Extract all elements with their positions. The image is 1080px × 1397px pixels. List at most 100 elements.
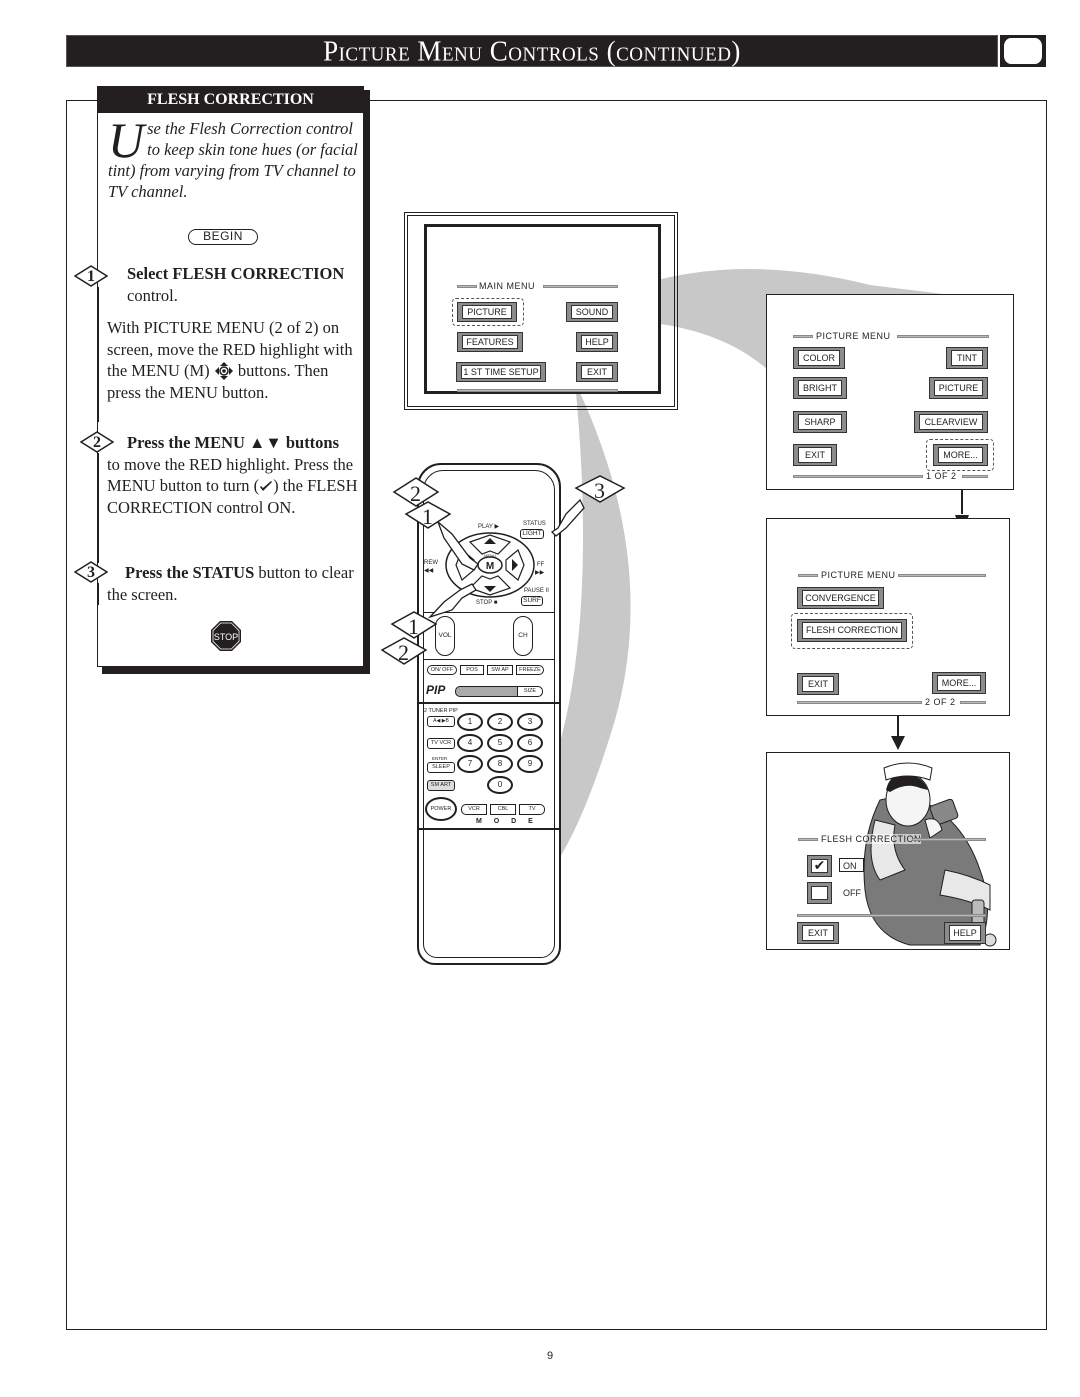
menu-button-sound[interactable]: SOUND <box>566 302 618 322</box>
flow-arrow-line <box>961 490 963 514</box>
main-menu-title: MAIN MENU <box>479 281 535 291</box>
tv-vcr-button[interactable]: TV VCR <box>427 738 455 749</box>
pointing-hand-icon <box>437 521 479 571</box>
step-3-heading: Press the STATUS <box>125 563 255 582</box>
stop-sign-icon: STOP <box>211 621 241 651</box>
pm2-bottom-rule-right <box>960 701 986 704</box>
picture-menu-2-title: PICTURE MENU <box>821 570 896 580</box>
pm1-button-tint[interactable]: TINT <box>946 347 988 369</box>
power-button[interactable]: POWER <box>425 797 457 821</box>
pip-size-button[interactable]: SIZE <box>517 687 542 696</box>
menu-button-picture[interactable]: PICTURE <box>457 302 517 322</box>
menu-button-exit[interactable]: EXIT <box>576 362 618 382</box>
key-2[interactable]: 2 <box>487 713 513 731</box>
callout-3: 3 <box>574 475 626 503</box>
step-3-diamond: 3 <box>74 561 108 583</box>
mode-label: M O D E <box>476 818 538 825</box>
key-0[interactable]: 0 <box>487 776 513 794</box>
panel-title: FLESH CORRECTION <box>97 86 364 113</box>
svg-text:1: 1 <box>422 504 433 529</box>
flesh-correction-off-checkbox[interactable] <box>807 882 832 904</box>
pointing-hand-icon <box>550 498 585 537</box>
menu-bottom-rule <box>457 389 618 392</box>
step-1-text: Select FLESH CORRECTION control. With PI… <box>107 263 362 403</box>
pm1-button-sharp[interactable]: SHARP <box>793 411 847 433</box>
svg-text:2: 2 <box>410 481 421 506</box>
mode-cbl-button[interactable]: CBL <box>490 804 516 815</box>
remote-lower-divider <box>417 828 561 830</box>
pm2-button-flesh-correction[interactable]: FLESH CORRECTION <box>797 619 907 642</box>
fc-title-rule-right <box>912 838 986 841</box>
pm2-button-more[interactable]: MORE... <box>932 672 986 694</box>
callout-2-bottom: 2 <box>380 637 428 665</box>
step-3-text: Press the STATUS button to clear the scr… <box>107 562 362 605</box>
key-4[interactable]: 4 <box>457 734 483 752</box>
flow-arrow-line <box>897 716 899 738</box>
pm2-button-convergence[interactable]: CONVERGENCE <box>797 587 884 609</box>
flesh-correction-on-label: ON <box>839 858 864 872</box>
pm1-button-picture[interactable]: PICTURE <box>929 377 988 399</box>
menu-button-features[interactable]: FEATURES <box>457 332 523 352</box>
pm1-bottom-rule-left <box>793 475 923 478</box>
flesh-correction-title: FLESH CORRECTION <box>821 834 922 844</box>
sleep-button[interactable]: SLEEP <box>427 762 455 773</box>
step-1-diamond: 1 <box>74 265 108 287</box>
key-6[interactable]: 6 <box>517 734 543 752</box>
tuner-pip-label: 2 TUNER PIP <box>424 708 458 714</box>
pip-size-bar[interactable]: SIZE <box>455 686 543 697</box>
menu-direction-pad-icon <box>214 362 233 380</box>
key-5[interactable]: 5 <box>487 734 513 752</box>
remote-divider <box>417 702 561 704</box>
fc-button-exit[interactable]: EXIT <box>797 922 839 944</box>
key-8[interactable]: 8 <box>487 755 513 773</box>
pip-label: PIP <box>426 683 446 697</box>
step-3-rule <box>97 583 99 605</box>
smart-button[interactable]: SM ART <box>427 780 455 791</box>
step-3-number: 3 <box>87 564 95 581</box>
pm1-button-bright[interactable]: BRIGHT <box>793 377 847 399</box>
stop-label: STOP <box>214 632 238 642</box>
enter-label: ENTER <box>432 756 448 761</box>
pm1-title-rule-left <box>793 335 813 338</box>
pm1-button-clearview[interactable]: CLEARVIEW <box>914 411 988 433</box>
key-1[interactable]: 1 <box>457 713 483 731</box>
mode-tv-button[interactable]: TV <box>519 804 545 815</box>
step-2-text: Press the MENU ▲▼ buttons to move the RE… <box>107 432 362 518</box>
pm1-button-color[interactable]: COLOR <box>793 347 845 369</box>
svg-text:1: 1 <box>408 614 419 639</box>
menu-title-rule-left <box>457 285 477 288</box>
key-9[interactable]: 9 <box>517 755 543 773</box>
pm2-bottom-rule-left <box>797 701 922 704</box>
step-1-heading-rest: control. <box>127 285 178 305</box>
callout-2-top: 2 <box>392 477 440 507</box>
intro-paragraph: Use the Flesh Correction control to keep… <box>108 112 360 202</box>
flow-arrow-down-icon <box>891 736 905 750</box>
pm1-button-more[interactable]: MORE... <box>933 444 988 466</box>
step-1-number: 1 <box>87 268 95 285</box>
menu-button-help[interactable]: HELP <box>576 332 618 352</box>
begin-label: BEGIN <box>188 229 258 245</box>
step-1-rule <box>97 287 99 422</box>
pm2-title-rule-right <box>898 574 986 577</box>
intro-text: se the Flesh Correction control to keep … <box>108 119 358 201</box>
menu-button-first-time-setup[interactable]: 1 ST TIME SETUP <box>456 362 546 382</box>
checkmark-icon <box>260 481 273 491</box>
mode-vcr-button[interactable]: VCR <box>461 804 487 815</box>
svg-text:3: 3 <box>594 478 605 503</box>
pm2-button-exit[interactable]: EXIT <box>797 673 839 695</box>
ab-tuner-button[interactable]: A◀ ▶B <box>427 716 455 727</box>
key-7[interactable]: 7 <box>457 755 483 773</box>
step-2-heading: Press the MENU ▲▼ buttons <box>127 433 340 452</box>
fc-title-rule-left <box>798 838 818 841</box>
pm2-title-rule-left <box>798 574 818 577</box>
step-1-heading: Select FLESH CORRECTION <box>127 264 345 283</box>
fc-button-help[interactable]: HELP <box>944 922 986 944</box>
flesh-correction-on-checkbox[interactable]: ✔ <box>807 855 832 877</box>
callout-1-top: 1 <box>404 501 452 529</box>
step-2-rule <box>97 453 99 563</box>
pointing-hand-icon <box>427 583 477 619</box>
pm1-button-exit[interactable]: EXIT <box>793 444 837 466</box>
check-icon: ✔ <box>811 859 828 873</box>
intro-dropcap: U <box>108 112 145 168</box>
key-3[interactable]: 3 <box>517 713 543 731</box>
